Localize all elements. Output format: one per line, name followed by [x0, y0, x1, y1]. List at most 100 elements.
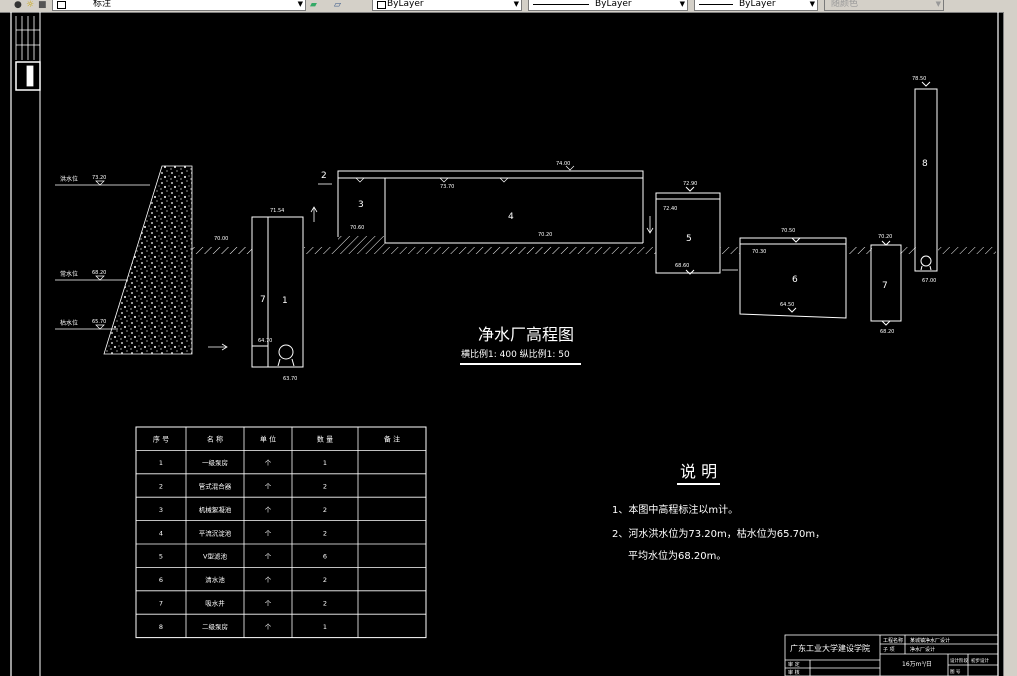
notes-title: 说 明 — [680, 462, 717, 481]
table-cell: 1 — [323, 623, 327, 631]
make-current-layer-icon[interactable]: ▰ — [310, 0, 317, 10]
table-cell: 2 — [323, 576, 327, 584]
u5-top-level: 72.90 — [683, 181, 697, 187]
table-cell: 二级泵房 — [202, 622, 228, 631]
reviewer-1: 审 定 — [788, 661, 800, 668]
table-cell: 4 — [159, 529, 163, 537]
chevron-down-icon: ▼ — [809, 0, 815, 8]
table-cell: 2 — [323, 506, 327, 514]
unit-1-label: 1 — [282, 296, 288, 306]
table-header-cell: 备 注 — [384, 435, 400, 444]
lineweight-preview — [699, 4, 733, 5]
color-dropdown[interactable]: ByLayer ▼ — [372, 0, 522, 11]
unit-7-label: 7 — [882, 281, 888, 291]
table-cell: 个 — [265, 529, 272, 537]
u6-water-level: 70.30 — [752, 249, 766, 255]
drawing-title: 净水厂高程图 — [478, 325, 574, 344]
table-cell: 个 — [265, 576, 272, 584]
u7-bottom-level: 68.20 — [880, 329, 894, 335]
table-cell: 清水池 — [205, 575, 225, 584]
table-header-cell: 序 号 — [153, 435, 169, 444]
table-cell: 2 — [323, 529, 327, 537]
table-cell: 吸水井 — [205, 599, 225, 608]
u6-top-level: 70.50 — [781, 228, 795, 234]
intake-arrow — [208, 343, 228, 351]
table-cell: 6 — [323, 553, 327, 561]
layer-color-swatch — [57, 1, 66, 9]
table-header-cell: 名 称 — [207, 435, 223, 444]
average-level-value: 68.20 — [92, 270, 106, 276]
chevron-down-icon: ▼ — [297, 0, 303, 8]
u7-top-level: 70.20 — [878, 234, 892, 240]
table-cell: 管式混合器 — [199, 482, 232, 491]
unit-5-filter — [655, 186, 721, 275]
u5-bottom-level: 68.60 — [675, 263, 689, 269]
table-cell: 一级泵房 — [202, 458, 228, 467]
table-cell: 个 — [265, 553, 272, 561]
u4-top-level: 74.00 — [556, 161, 570, 167]
unit-1-pump-house — [251, 216, 304, 368]
project-label: 工程名称 — [883, 637, 903, 644]
u5-water-level: 72.40 — [663, 206, 677, 212]
plotstyle-dropdown: 随颜色 ▼ — [824, 0, 944, 11]
lineweight-dropdown[interactable]: ByLayer ▼ — [694, 0, 818, 11]
unit-5-label: 5 — [686, 234, 692, 244]
u6-bottom-level: 64.50 — [780, 302, 794, 308]
low-level-label: 枯水位 — [60, 319, 78, 327]
unit-3-fill — [338, 236, 385, 247]
table-cell: 2 — [159, 483, 163, 491]
u1-water-level: 64.70 — [258, 338, 272, 344]
chevron-down-icon: ▼ — [679, 0, 685, 8]
lock-icon[interactable]: ■ — [38, 0, 47, 10]
unit-4-label: 4 — [508, 212, 514, 222]
linetype-dropdown[interactable]: ByLayer ▼ — [528, 0, 688, 11]
unit-2-label: 2 — [321, 171, 327, 181]
linetype-preview — [533, 4, 589, 5]
subitem-label: 子 项 — [883, 646, 895, 653]
down-arrow — [646, 216, 654, 234]
flood-level-value: 73.20 — [92, 175, 106, 181]
table-cell: 6 — [159, 576, 163, 584]
u3-level: 70.60 — [350, 225, 364, 231]
table-header-cell: 单 位 — [260, 435, 276, 444]
flood-level-label: 洪水位 — [60, 175, 78, 183]
low-level-value: 65.70 — [92, 319, 106, 325]
table-cell: 2 — [323, 483, 327, 491]
table-cell: 机械絮凝池 — [199, 505, 232, 514]
unit-8-label: 8 — [922, 159, 928, 169]
reviewer-2: 审 核 — [788, 669, 800, 676]
drawing-canvas[interactable]: 洪水位 73.20 常水位 68.20 枯水位 65.70 7 1 71.54 … — [0, 12, 1004, 676]
level-markers-u34 — [355, 165, 575, 183]
vertical-scrollbar[interactable] — [1003, 12, 1017, 676]
layer-previous-icon[interactable]: ▱ — [334, 0, 341, 10]
up-arrow — [310, 206, 318, 222]
notes-line-1: 1、本图中高程标注以m计。 — [612, 503, 738, 516]
layer-value: 标注 — [93, 0, 112, 9]
table-cell: 个 — [265, 506, 272, 514]
drawing-scale: 横比例1: 400 纵比例1: 50 — [461, 348, 570, 360]
sun-icon[interactable]: ☼ — [26, 0, 34, 10]
lineweight-value: ByLayer — [739, 0, 776, 9]
table-cell: 个 — [265, 600, 272, 608]
subitem-value: 净水厂设计 — [910, 646, 935, 653]
average-level-label: 常水位 — [60, 270, 78, 278]
plotstyle-value: 随颜色 — [831, 0, 859, 9]
sheet-label: 图 号 — [950, 669, 961, 675]
table-cell: 2 — [323, 600, 327, 608]
chevron-down-icon: ▼ — [513, 0, 519, 8]
notes-line-3: 平均水位为68.20m。 — [628, 549, 726, 562]
u4-bottom-level: 70.20 — [538, 232, 552, 238]
u8-bottom-level: 67.00 — [922, 278, 936, 284]
table-cell: 3 — [159, 506, 163, 514]
notes-line-2: 2、河水洪水位为73.20m，枯水位为65.70m， — [612, 527, 825, 540]
table-cell: V型滤池 — [203, 552, 227, 561]
table-header-cell: 数 量 — [317, 435, 333, 444]
table-cell: 平流沉淀池 — [199, 528, 232, 537]
table-cell: 5 — [159, 553, 163, 561]
unit-6-label: 6 — [792, 275, 798, 285]
color-swatch — [377, 1, 386, 9]
bulb-icon[interactable]: ● — [14, 0, 22, 10]
stage-label: 设计阶段 — [950, 657, 968, 664]
unit-1b-label: 7 — [260, 295, 266, 305]
layer-dropdown[interactable]: 标注 ▼ — [52, 0, 306, 11]
